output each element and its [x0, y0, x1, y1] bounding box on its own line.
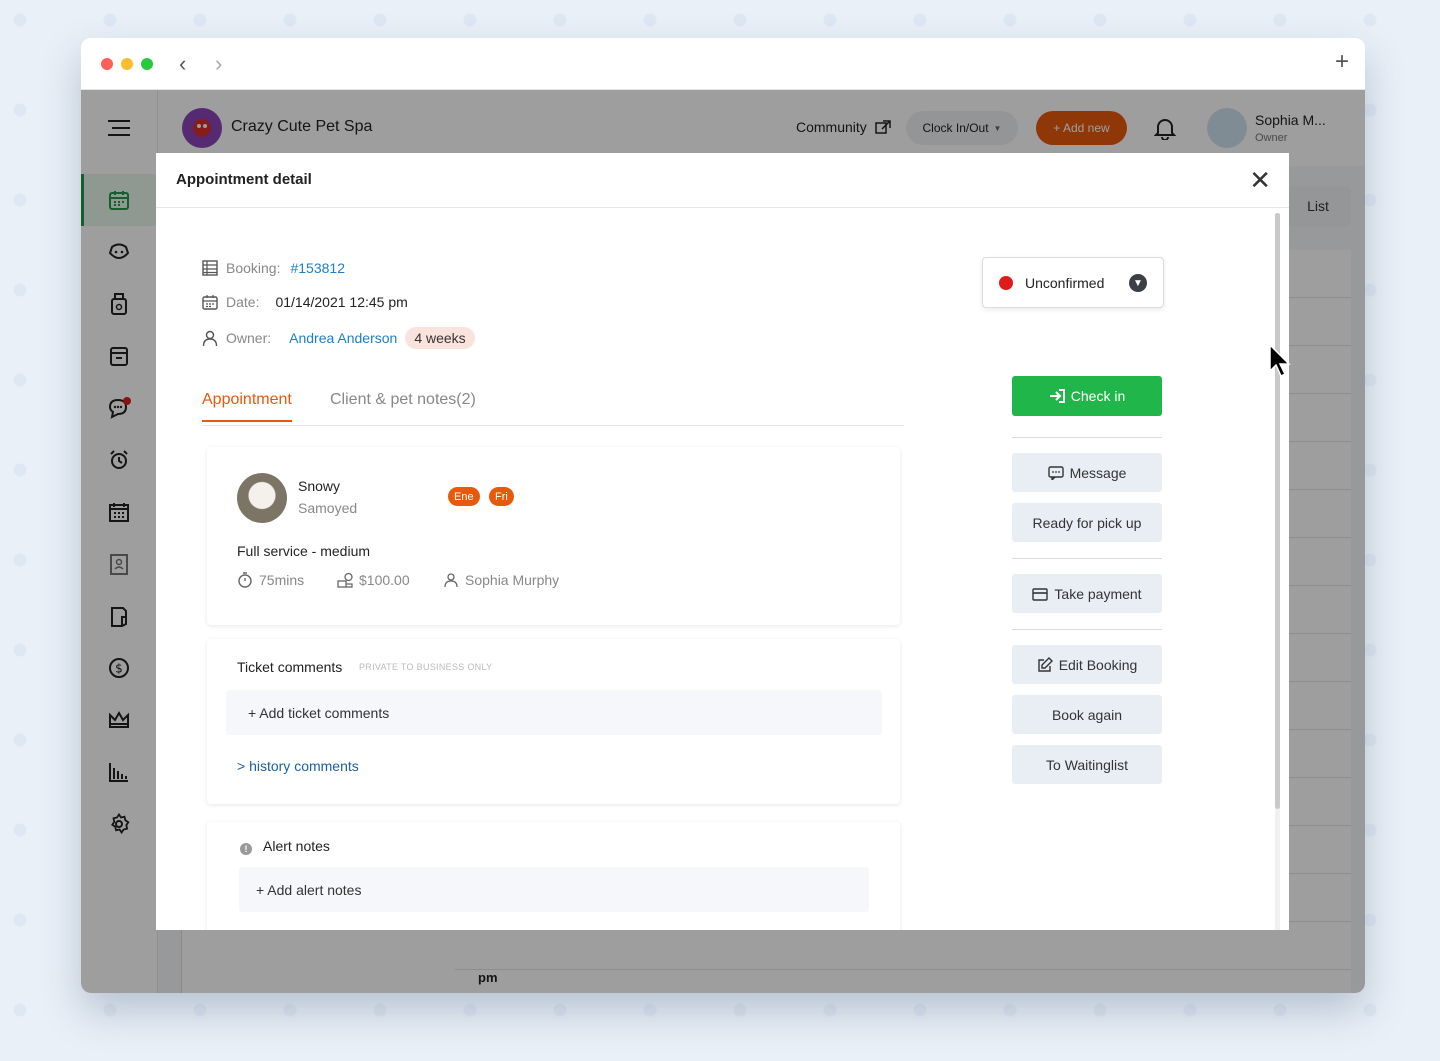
stopwatch-icon	[238, 572, 252, 588]
coins-icon	[337, 572, 353, 588]
owner-name-link[interactable]: Andrea Anderson	[289, 330, 397, 346]
status-label: Unconfirmed	[1025, 274, 1105, 291]
duration-value: 75mins	[259, 572, 305, 588]
pet-name: Snowy	[298, 478, 341, 494]
forward-arrow-icon[interactable]: ›	[215, 51, 222, 77]
to-waitinglist-button[interactable]: To Waitinglist	[1012, 745, 1162, 784]
pet-breed: Samoyed	[298, 500, 358, 516]
modal-header: Appointment detail ✕	[156, 153, 1289, 208]
credit-card-icon	[1032, 587, 1049, 601]
ready-for-pickup-button[interactable]: Ready for pick up	[1012, 503, 1162, 542]
take-payment-button[interactable]: Take payment	[1012, 574, 1162, 613]
modal-title: Appointment detail	[176, 171, 312, 188]
pet-tag: Fri	[489, 487, 514, 506]
alert-notes-card: ! Alert notes + Add alert notes	[207, 822, 900, 930]
maximize-window-button[interactable]	[141, 58, 153, 70]
modal-tabs: Appointment Client & pet notes(2)	[202, 385, 904, 426]
divider	[1012, 558, 1162, 559]
divider	[1012, 629, 1162, 630]
new-tab-plus-icon[interactable]: +	[1335, 48, 1349, 76]
staff-meta: Sophia Murphy	[443, 572, 559, 588]
window-titlebar: ‹ › +	[81, 38, 1365, 90]
status-dropdown[interactable]: Unconfirmed ▼	[982, 257, 1164, 308]
pet-tag: Ene	[448, 487, 480, 506]
date-label: Date:	[226, 294, 260, 310]
add-ticket-comment-button[interactable]: + Add ticket comments	[226, 690, 882, 735]
private-note-label: PRIVATE TO BUSINESS ONLY	[359, 662, 493, 672]
ticket-comments-title: Ticket comments	[237, 659, 343, 675]
price-value: $100.00	[359, 572, 410, 588]
sign-in-icon	[1049, 389, 1065, 403]
check-in-label: Check in	[1070, 388, 1126, 404]
status-dot	[999, 275, 1013, 290]
duration-meta: 75mins	[237, 572, 304, 588]
owner-label: Owner:	[226, 330, 272, 346]
chevron-down-icon: ▼	[1129, 274, 1147, 292]
pet-service-card: Snowy Samoyed Ene Fri Full service - med…	[207, 447, 900, 625]
book-again-button[interactable]: Book again	[1012, 695, 1162, 734]
close-icon[interactable]: ✕	[1249, 167, 1271, 193]
owner-row: Owner: Andrea Anderson 4 weeks	[202, 327, 475, 349]
staff-name: Sophia Murphy	[465, 572, 560, 588]
back-arrow-icon[interactable]: ‹	[179, 51, 186, 77]
price-meta: $100.00	[337, 572, 410, 588]
tab-appointment[interactable]: Appointment	[202, 391, 292, 422]
pet-photo[interactable]	[237, 473, 287, 523]
message-button[interactable]: Message	[1012, 453, 1162, 492]
mouse-cursor-icon	[1268, 343, 1292, 382]
edit-icon	[1037, 656, 1053, 672]
close-window-button[interactable]	[101, 58, 113, 70]
list-doc-icon	[202, 260, 218, 276]
booking-row: Booking: #153812	[202, 260, 345, 276]
booking-label: Booking:	[226, 260, 281, 276]
owner-frequency-badge: 4 weeks	[405, 327, 475, 349]
message-icon	[1047, 465, 1064, 480]
edit-booking-label: Edit Booking	[1058, 656, 1138, 673]
message-label: Message	[1069, 464, 1127, 481]
take-payment-label: Take payment	[1054, 585, 1142, 602]
appointment-detail-modal: Appointment detail ✕ Booking: #153812 Da…	[156, 153, 1289, 930]
ticket-comments-card: Ticket comments PRIVATE TO BUSINESS ONLY…	[207, 639, 900, 804]
check-in-button[interactable]: Check in	[1012, 376, 1162, 416]
staff-user-icon	[444, 573, 458, 588]
date-row: Date: 01/14/2021 12:45 pm	[202, 294, 408, 310]
booking-id-link[interactable]: #153812	[290, 260, 345, 276]
divider	[1012, 437, 1162, 438]
history-comments-link[interactable]: > history comments	[237, 758, 359, 774]
date-value: 01/14/2021 12:45 pm	[275, 294, 408, 310]
user-outline-icon	[202, 330, 218, 346]
edit-booking-button[interactable]: Edit Booking	[1012, 645, 1162, 684]
add-alert-notes-button[interactable]: + Add alert notes	[239, 867, 869, 912]
calendar-small-icon	[202, 294, 218, 310]
scrollbar-thumb[interactable]	[1275, 213, 1280, 809]
alert-info-icon: !	[240, 843, 252, 855]
service-name: Full service - medium	[237, 543, 371, 559]
alert-notes-title: Alert notes	[263, 838, 330, 854]
tab-client-pet-notes[interactable]: Client & pet notes(2)	[330, 391, 476, 409]
minimize-window-button[interactable]	[121, 58, 133, 70]
